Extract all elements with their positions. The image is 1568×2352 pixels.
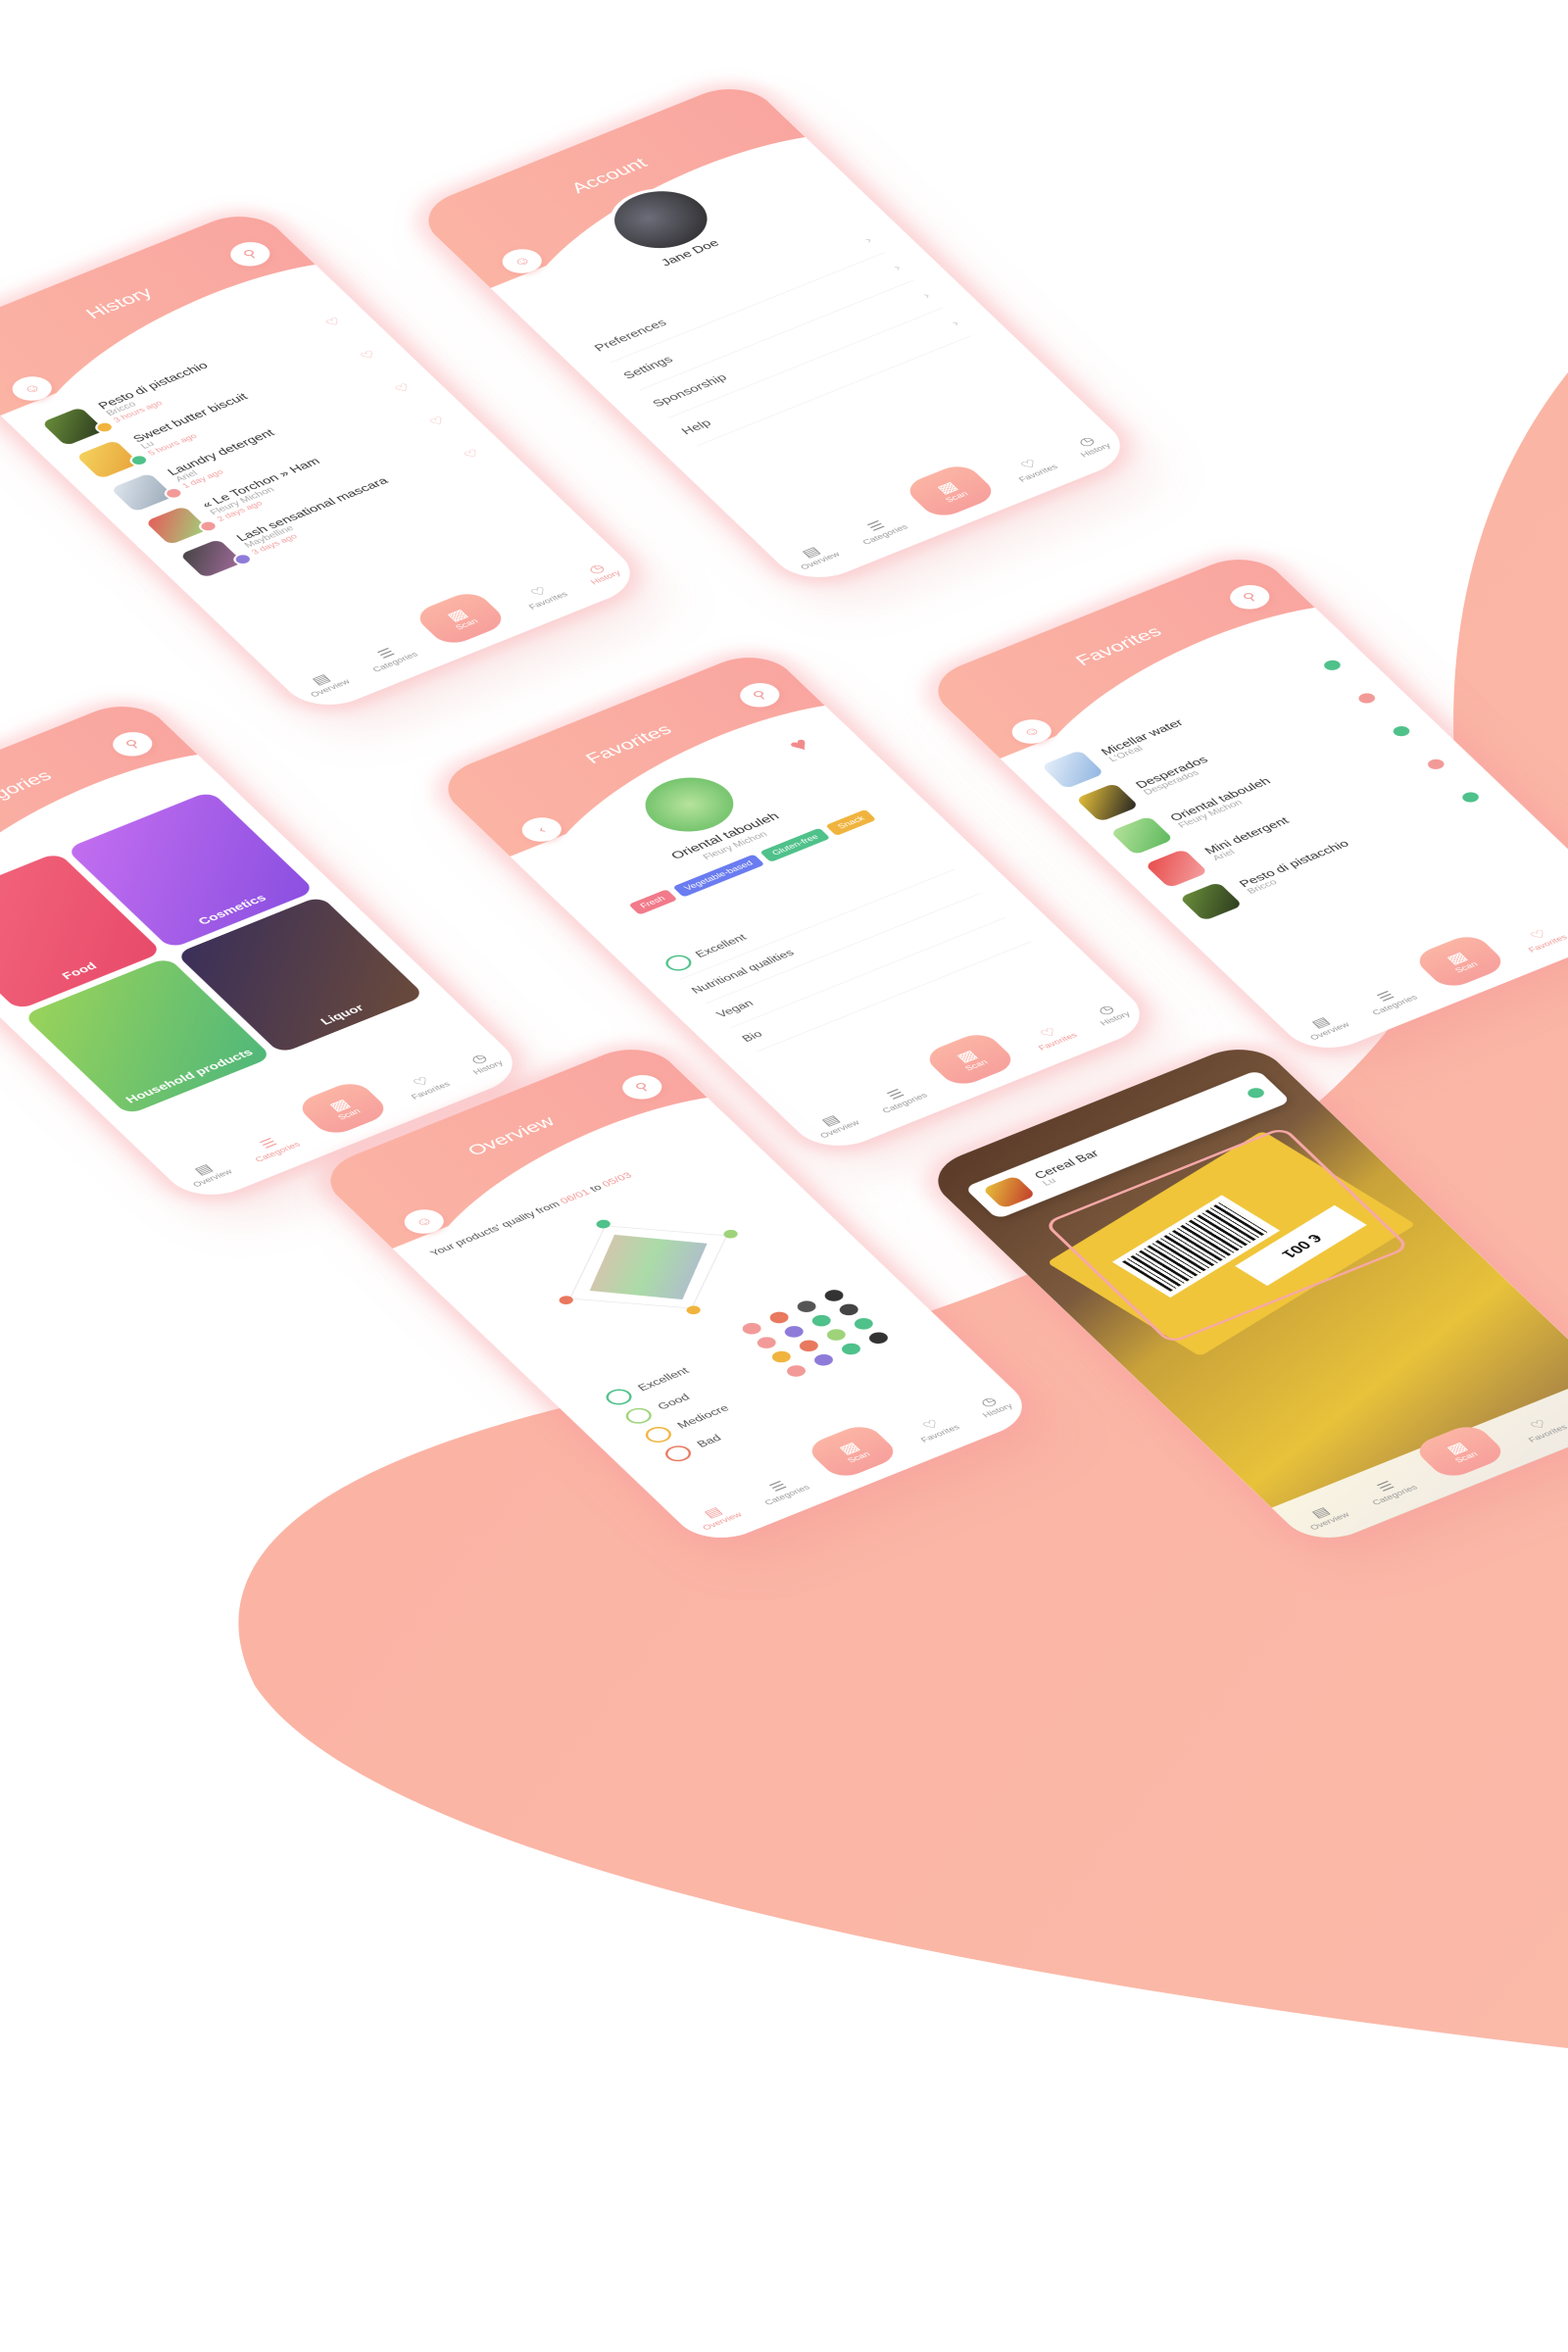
search-icon: ⚲ bbox=[749, 688, 771, 703]
scan-button[interactable]: ▩ Scan bbox=[411, 588, 511, 649]
tab-categories[interactable]: ☰ Categories bbox=[242, 1130, 303, 1163]
chevron-right-icon: › bbox=[860, 234, 875, 245]
product-dot[interactable] bbox=[810, 1351, 837, 1368]
search-icon: ⚲ bbox=[1239, 590, 1261, 605]
scan-button[interactable]: ▩ Scan bbox=[803, 1421, 903, 1482]
sad-face-icon bbox=[661, 1443, 696, 1465]
search-icon: ⚲ bbox=[631, 1080, 654, 1095]
tab-history[interactable]: ◷ History bbox=[1068, 431, 1112, 459]
tab-history[interactable]: ◷ History bbox=[461, 1049, 505, 1076]
tab-overview[interactable]: ▤ Overview bbox=[788, 540, 842, 571]
chevron-right-icon: › bbox=[948, 317, 962, 328]
scan-button[interactable]: ▩ Scan bbox=[1410, 931, 1510, 992]
tab-categories[interactable]: ☰ Categories bbox=[850, 513, 910, 546]
product-dot[interactable] bbox=[838, 1341, 864, 1357]
tab-favorites[interactable]: ♡ Favorites bbox=[908, 1413, 961, 1444]
tab-history[interactable]: ◷ History bbox=[578, 559, 622, 586]
scan-button[interactable]: ▩ Scan bbox=[901, 461, 1001, 521]
product-thumbnail bbox=[1179, 881, 1244, 921]
tab-history[interactable]: ◷ History bbox=[970, 1392, 1014, 1419]
user-icon: ☺ bbox=[1018, 723, 1045, 740]
search-icon: ⚲ bbox=[122, 737, 144, 752]
product-dot[interactable] bbox=[794, 1298, 820, 1315]
smile-icon bbox=[661, 952, 697, 974]
tab-categories[interactable]: ☰ Categories bbox=[1359, 983, 1420, 1016]
tag: Snack bbox=[825, 808, 877, 836]
tab-favorites[interactable]: ♡ Favorites bbox=[399, 1070, 452, 1101]
product-dot[interactable] bbox=[865, 1330, 892, 1347]
product-dot[interactable] bbox=[781, 1323, 808, 1340]
tab-favorites[interactable]: ♡ Favorites bbox=[1516, 923, 1568, 954]
tab-overview[interactable]: ▤ Overview bbox=[690, 1500, 744, 1532]
tab-overview[interactable]: ▤ Overview bbox=[180, 1157, 234, 1189]
scan-button[interactable]: ▩ Scan bbox=[920, 1029, 1020, 1090]
user-icon: ☺ bbox=[411, 1213, 437, 1230]
product-dot[interactable] bbox=[796, 1338, 822, 1354]
tab-categories[interactable]: ☰ Categories bbox=[360, 640, 420, 673]
tab-categories[interactable]: ☰ Categories bbox=[1359, 1473, 1420, 1506]
product-thumbnail bbox=[982, 1175, 1037, 1209]
tab-favorites[interactable]: ♡ Favorites bbox=[1516, 1413, 1568, 1444]
product-dot[interactable] bbox=[851, 1315, 877, 1332]
product-dot[interactable] bbox=[808, 1312, 835, 1329]
user-icon: ☺ bbox=[509, 253, 535, 270]
product-dot[interactable] bbox=[766, 1309, 793, 1326]
tab-overview[interactable]: ▤ Overview bbox=[298, 667, 352, 699]
chevron-right-icon: › bbox=[918, 289, 933, 301]
tab-overview[interactable]: ▤ Overview bbox=[808, 1108, 861, 1140]
product-dot[interactable] bbox=[823, 1327, 850, 1344]
search-icon: ⚲ bbox=[239, 247, 262, 262]
tab-history[interactable]: ◷ History bbox=[1088, 1000, 1132, 1027]
product-dot[interactable] bbox=[836, 1301, 862, 1318]
user-icon: ☺ bbox=[19, 380, 45, 397]
tab-favorites[interactable]: ♡ Favorites bbox=[516, 580, 569, 611]
scan-button[interactable]: ▩ Scan bbox=[293, 1078, 393, 1139]
tab-overview[interactable]: ▤ Overview bbox=[1298, 1500, 1351, 1532]
tab-favorites[interactable]: ♡ Favorites bbox=[1026, 1021, 1079, 1052]
back-icon: ‹ bbox=[533, 823, 550, 836]
tab-favorites[interactable]: ♡ Favorites bbox=[1006, 453, 1059, 483]
tab-categories[interactable]: ☰ Categories bbox=[869, 1081, 930, 1114]
tab-categories[interactable]: ☰ Categories bbox=[752, 1473, 812, 1506]
tag: Fresh bbox=[627, 889, 678, 915]
tab-overview[interactable]: ▤ Overview bbox=[1298, 1010, 1351, 1042]
product-dot[interactable] bbox=[821, 1287, 848, 1303]
chevron-right-icon: › bbox=[890, 262, 905, 273]
